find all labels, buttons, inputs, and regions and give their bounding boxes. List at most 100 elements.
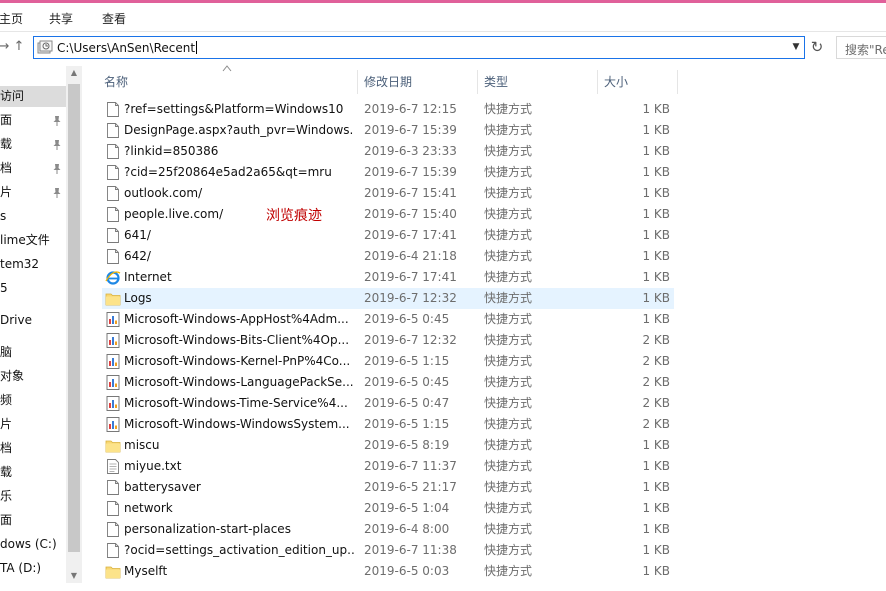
- file-date: 2019-6-4 8:00: [364, 522, 450, 536]
- sidebar-item[interactable]: 频: [0, 390, 66, 411]
- file-size: 1 KB: [642, 564, 670, 578]
- file-row[interactable]: Microsoft-Windows-WindowsSystem... 2019-6…: [102, 414, 674, 435]
- forward-icon[interactable]: →: [0, 40, 11, 54]
- file-row[interactable]: Microsoft-Windows-Bits-Client%4Op... 2019…: [102, 330, 674, 351]
- file-row[interactable]: Myselft 2019-6-5 0:03 快捷方式 1 KB: [102, 561, 674, 582]
- file-size: 2 KB: [642, 375, 670, 389]
- column-divider[interactable]: [677, 70, 678, 94]
- column-divider[interactable]: [597, 70, 598, 94]
- file-row[interactable]: Microsoft-Windows-LanguagePackSe... 2019-…: [102, 372, 674, 393]
- sidebar-item-label: TA (D:): [0, 561, 42, 575]
- scroll-thumb[interactable]: [68, 84, 80, 552]
- file-date: 2019-6-5 1:15: [364, 417, 450, 431]
- page-icon: [107, 144, 119, 159]
- file-date: 2019-6-5 0:47: [364, 396, 450, 410]
- file-row[interactable]: ?cid=25f20864e5ad2a65&qt=mru 2019-6-7 15:…: [102, 162, 674, 183]
- file-name: Logs: [124, 291, 152, 305]
- sidebar-item-label: 5: [0, 281, 8, 295]
- file-row[interactable]: miyue.txt 2019-6-7 11:37 快捷方式 1 KB: [102, 456, 674, 477]
- pin-icon: [53, 188, 61, 198]
- column-header-date[interactable]: 修改日期: [364, 70, 412, 94]
- file-row[interactable]: ?ref=settings&Platform=Windows10 2019-6-7…: [102, 99, 674, 120]
- file-row[interactable]: Microsoft-Windows-Kernel-PnP%4Co... 2019-…: [102, 351, 674, 372]
- file-type: 快捷方式: [484, 543, 533, 557]
- file-name: Microsoft-Windows-LanguagePackSe...: [124, 375, 354, 389]
- sidebar-item[interactable]: 面: [0, 510, 66, 531]
- file-date: 2019-6-5 1:15: [364, 354, 450, 368]
- file-row[interactable]: Logs 2019-6-7 12:32 快捷方式 1 KB: [102, 288, 674, 309]
- file-type: 快捷方式: [484, 354, 533, 368]
- file-date: 2019-6-7 15:39: [364, 123, 457, 137]
- ribbon-tab-view[interactable]: 查看: [102, 10, 126, 27]
- file-row[interactable]: people.live.com/2019-6-7 15:40 快捷方式 1 KB: [102, 204, 674, 225]
- page-icon: [107, 501, 119, 516]
- file-date: 2019-6-7 15:40: [364, 207, 457, 221]
- sidebar-item[interactable]: 档: [0, 438, 66, 459]
- sidebar-item[interactable]: 5: [0, 278, 66, 299]
- file-row[interactable]: outlook.com/2019-6-7 15:41 快捷方式 1 KB: [102, 183, 674, 204]
- column-header-type[interactable]: 类型: [484, 70, 508, 94]
- file-type: 快捷方式: [484, 459, 533, 473]
- sidebar-item-label: 访问: [0, 89, 25, 103]
- sidebar-item[interactable]: 乐: [0, 486, 66, 507]
- sidebar-item[interactable]: TA (D:): [0, 558, 66, 579]
- search-input[interactable]: 搜索"Re: [836, 36, 886, 59]
- column-header-size[interactable]: 大小: [604, 70, 628, 94]
- sidebar-item-label: s: [0, 209, 7, 223]
- column-divider[interactable]: [357, 70, 358, 94]
- sidebar-item-label: 对象: [0, 369, 25, 383]
- page-icon: [107, 249, 119, 264]
- file-name: ?ref=settings&Platform=Windows10: [124, 102, 344, 116]
- sidebar-item[interactable]: s: [0, 206, 66, 227]
- file-row[interactable]: network 2019-6-5 1:04 快捷方式 1 KB: [102, 498, 674, 519]
- file-row[interactable]: 641/2019-6-7 17:41 快捷方式 1 KB: [102, 225, 674, 246]
- sidebar-item[interactable]: 载: [0, 462, 66, 483]
- file-name: Internet: [124, 270, 172, 284]
- file-row[interactable]: Microsoft-Windows-AppHost%4Adm... 2019-6-…: [102, 309, 674, 330]
- file-date: 2019-6-5 21:17: [364, 480, 457, 494]
- file-row[interactable]: batterysaver 2019-6-5 21:17 快捷方式 1 KB: [102, 477, 674, 498]
- pin-icon: [53, 164, 61, 174]
- address-dropdown-icon[interactable]: ▼: [790, 40, 802, 55]
- recent-places-icon: [37, 40, 53, 54]
- refresh-icon[interactable]: ↻: [806, 36, 828, 59]
- sidebar-item[interactable]: tem32: [0, 254, 66, 275]
- scroll-down-icon[interactable]: ▼: [66, 569, 82, 583]
- file-row[interactable]: 642/2019-6-4 21:18 快捷方式 1 KB: [102, 246, 674, 267]
- file-type: 快捷方式: [484, 438, 533, 452]
- file-name: 641/: [124, 228, 151, 242]
- file-size: 1 KB: [642, 270, 670, 284]
- file-date: 2019-6-7 17:41: [364, 228, 457, 242]
- file-row[interactable]: miscu 2019-6-5 8:19 快捷方式 1 KB: [102, 435, 674, 456]
- sidebar-item[interactable]: 访问: [0, 86, 66, 107]
- file-row[interactable]: ?ocid=settings_activation_edition_up... 2…: [102, 540, 674, 561]
- address-path[interactable]: C:\Users\AnSen\Recent: [57, 41, 198, 55]
- log-icon: [106, 375, 120, 390]
- column-divider[interactable]: [477, 70, 478, 94]
- sidebar-item[interactable]: Drive: [0, 310, 66, 331]
- file-row[interactable]: DesignPage.aspx?auth_pvr=Windows... 2019-…: [102, 120, 674, 141]
- sidebar-item[interactable]: dows (C:): [0, 534, 66, 555]
- file-date: 2019-6-5 0:45: [364, 375, 450, 389]
- sidebar-item[interactable]: 片: [0, 414, 66, 435]
- sidebar-item[interactable]: 脑: [0, 342, 66, 363]
- file-type: 快捷方式: [484, 270, 533, 284]
- sidebar-item[interactable]: lime文件: [0, 230, 66, 251]
- navigation-pane-scrollbar[interactable]: ▲ ▼: [66, 66, 82, 583]
- column-header-name[interactable]: 名称: [104, 70, 128, 94]
- sidebar-item[interactable]: 对象: [0, 366, 66, 387]
- sort-ascending-icon: [222, 65, 232, 72]
- up-icon[interactable]: ↑: [12, 40, 26, 54]
- file-row[interactable]: Microsoft-Windows-Time-Service%4... 2019-…: [102, 393, 674, 414]
- file-row[interactable]: Internet 2019-6-7 17:41 快捷方式 1 KB: [102, 267, 674, 288]
- ribbon-tab-share[interactable]: 共享: [49, 10, 73, 27]
- file-name: ?ocid=settings_activation_edition_up...: [124, 543, 354, 557]
- ribbon-tab-home[interactable]: 主页: [0, 10, 23, 27]
- file-row[interactable]: ?linkid=850386 2019-6-3 23:33 快捷方式 1 KB: [102, 141, 674, 162]
- file-size: 2 KB: [642, 417, 670, 431]
- file-row[interactable]: personalization-start-places 2019-6-4 8:0…: [102, 519, 674, 540]
- folder-icon: [105, 566, 121, 579]
- address-bar[interactable]: C:\Users\AnSen\Recent ▼: [33, 36, 805, 59]
- scroll-up-icon[interactable]: ▲: [66, 66, 82, 80]
- file-name: network: [124, 501, 173, 515]
